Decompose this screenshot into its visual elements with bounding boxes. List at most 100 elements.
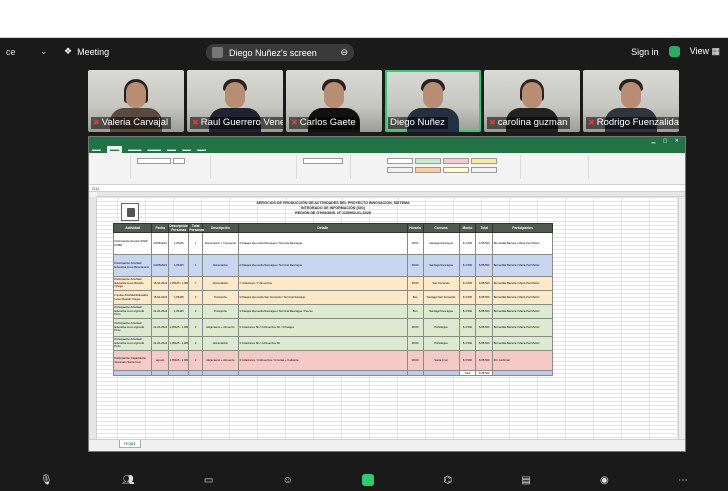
ribbon-group-editing[interactable] <box>591 155 681 179</box>
table-header-cell[interactable]: Fecha <box>151 223 170 233</box>
video-tile[interactable]: ✖ Rodrigo Fuenzalida <box>583 70 679 132</box>
video-tile[interactable]: ✖ Carlos Gaete <box>286 70 382 132</box>
table-cell[interactable]: 3 <box>188 318 203 337</box>
spreadsheet-grid[interactable]: SERVICIOS DE PRODUCCIÓN DE ACTIVIDADES D… <box>89 197 679 441</box>
table-cell[interactable]: $ 88.500 <box>475 232 494 255</box>
table-cell[interactable]: 7 <box>188 276 203 291</box>
table-cell[interactable]: Por confirmar <box>492 350 553 371</box>
table-cell[interactable]: Pichidegua <box>422 318 460 337</box>
style-good[interactable] <box>415 158 441 164</box>
table-cell[interactable]: 1,05425 <box>168 290 190 305</box>
table-cell[interactable]: Bernardita Barraza / María Paz Muñoz <box>492 318 553 337</box>
style-neutral[interactable] <box>471 158 497 164</box>
name-box[interactable]: G11 <box>92 186 99 191</box>
ribbon-group-alignment[interactable] <box>213 155 297 179</box>
ribbon-tab[interactable]: ▬▬ <box>167 146 176 153</box>
table-header-cell[interactable]: Horario <box>406 223 424 233</box>
table-cell[interactable]: Alimentación + Transporte <box>201 232 239 255</box>
style-input[interactable] <box>415 167 441 173</box>
table-cell[interactable]: 24-04-2024 <box>151 336 170 351</box>
table-cell[interactable]: Bus <box>406 290 424 305</box>
share-screen-icon[interactable] <box>362 474 375 486</box>
ribbon-tab-active[interactable]: ▬▬ <box>107 146 122 153</box>
table-cell[interactable]: San Fernando <box>422 276 460 291</box>
table-cell[interactable]: Participación Actividad Educativa Liceo … <box>112 318 153 337</box>
table-cell[interactable]: Bernardita Barraza / María Paz Muñoz <box>492 304 553 319</box>
table-cell[interactable]: 1,05425 - 1,081 <box>168 276 190 291</box>
table-cell[interactable]: Alimentación <box>201 336 239 351</box>
table-cell[interactable]: 3 Colaciones SII / 3 Almuerzos SII <box>237 336 408 351</box>
table-cell[interactable]: 08:00 <box>406 254 424 277</box>
table-header-cell[interactable]: Actividad <box>112 223 153 233</box>
table-cell[interactable]: 3 Colaciones / 3 Almuerzos / 3 Cenas + C… <box>237 350 408 371</box>
table-header-cell[interactable]: Participantes <box>492 223 553 233</box>
table-cell[interactable]: Bernardita Barraza / María Paz Muñoz <box>492 336 553 351</box>
table-cell[interactable]: $ 88.500 <box>475 304 494 319</box>
table-cell[interactable]: $ 88.500 <box>475 290 494 305</box>
table-cell[interactable]: 3 <box>188 350 203 371</box>
window-controls-icon[interactable]: ▁ ▢ ✕ <box>651 137 682 146</box>
font-size-box[interactable] <box>173 158 185 164</box>
video-tile[interactable]: ✖Raul Guerrero Venegas <box>187 70 283 132</box>
table-cell[interactable]: 04/05/2024 <box>151 232 170 255</box>
table-cell[interactable]: Santa Cruz <box>422 350 460 371</box>
table-cell[interactable]: 1,05425 <box>168 304 190 319</box>
style-note[interactable] <box>443 167 469 173</box>
table-cell[interactable]: Transporte <box>201 304 239 319</box>
table-cell[interactable]: Participación Escolar SOEP ROBR <box>112 232 153 255</box>
table-row[interactable]: Participación Capacitación Seminario San… <box>112 350 553 371</box>
table-cell[interactable]: Participación Actividad Educativa Liceo … <box>112 304 153 319</box>
chevron-down-icon[interactable]: ⌄ <box>40 46 48 57</box>
table-cell[interactable]: 1 <box>188 254 203 277</box>
table-cell[interactable]: Alimentación <box>201 254 239 277</box>
table-cell[interactable]: 3 <box>188 336 203 351</box>
table-cell[interactable]: Bernardita Barraza / María Paz Muñoz <box>492 232 553 255</box>
ribbon-tab[interactable]: ▬▬ <box>92 146 101 153</box>
ribbon-group-font[interactable] <box>133 155 211 179</box>
sheet-tab[interactable]: Hoja1 <box>119 440 141 448</box>
style-normal[interactable] <box>387 158 413 164</box>
table-cell[interactable]: 3 Colaciones SII / 3 Almuerzos SII / 3 P… <box>237 318 408 337</box>
ribbon-tab[interactable]: ▬▬ <box>182 146 191 153</box>
table-cell[interactable]: $ 88.500 <box>475 350 494 371</box>
table-row[interactable]: Participación Escolar SOEP ROBR 04/05/202… <box>112 232 553 255</box>
table-cell[interactable]: Participación Capacitación Seminario San… <box>112 350 153 371</box>
table-cell[interactable]: Alojamiento + Almuerzo <box>201 350 239 371</box>
view-button[interactable]: View ▦ <box>690 46 720 57</box>
table-cell[interactable]: 08:00 <box>406 276 424 291</box>
style-bad[interactable] <box>443 158 469 164</box>
screen-share-indicator[interactable]: Diego Nuñez's screen ⊖ <box>206 44 354 61</box>
table-cell[interactable]: Bernardita Barraza / María Paz Muñoz <box>492 254 553 277</box>
apps-icon[interactable]: ⌬ <box>443 475 452 486</box>
table-cell[interactable]: $ 88.500 <box>475 276 494 291</box>
table-cell[interactable]: 1,05425 <box>168 254 190 277</box>
table-header-cell[interactable]: Total <box>475 223 494 233</box>
table-cell[interactable]: 08:00 <box>406 232 424 255</box>
table-cell[interactable]: Participación Actividad Educativa Liceo … <box>112 336 153 351</box>
record-icon[interactable]: ◉ <box>600 475 609 486</box>
table-cell[interactable]: 1 <box>188 232 203 255</box>
table-cell[interactable]: 18-04-2024 <box>151 290 170 305</box>
table-cell[interactable]: Alojamiento + Almuerzo <box>201 318 239 337</box>
table-row[interactable]: Participación Actividad Educativa Liceo … <box>112 336 553 351</box>
table-cell[interactable]: 1,05425 <box>168 232 190 255</box>
reactions-icon[interactable]: ☺ <box>283 475 293 486</box>
video-tile[interactable]: ✖ carolina guzman <box>484 70 580 132</box>
table-cell[interactable]: $ 88.500 <box>475 254 494 277</box>
table-cell[interactable]: Santiago Rancagua <box>422 304 460 319</box>
table-row[interactable]: Participación Actividad Educativa Liceo … <box>112 318 553 337</box>
table-cell[interactable]: 1,05425 - 1,081 <box>168 336 190 351</box>
font-name-box[interactable] <box>137 158 171 164</box>
table-cell[interactable]: 08:00 <box>406 318 424 337</box>
more-icon[interactable]: ⋯ <box>678 475 688 486</box>
table-cell[interactable]: $ 3.500 <box>458 276 477 291</box>
excel-window[interactable]: ▁ ▢ ✕ ▬▬ ▬▬ ▬▬▬ ▬▬▬ ▬▬ ▬▬ ▬▬ G11 SERVICI… <box>88 136 686 452</box>
table-header-cell[interactable]: Monto <box>458 223 477 233</box>
table-cell[interactable]: Transporte <box>201 290 239 305</box>
formula-bar[interactable]: G11 <box>89 185 685 192</box>
sign-in-button[interactable]: Sign in <box>631 47 659 57</box>
table-cell[interactable]: 1,05425 - 1,081 <box>168 350 190 371</box>
table-cell[interactable]: Santiago San Fernando <box>422 290 460 305</box>
table-header-cell[interactable]: Descripción Personas <box>168 223 190 233</box>
style-output[interactable] <box>471 167 497 173</box>
